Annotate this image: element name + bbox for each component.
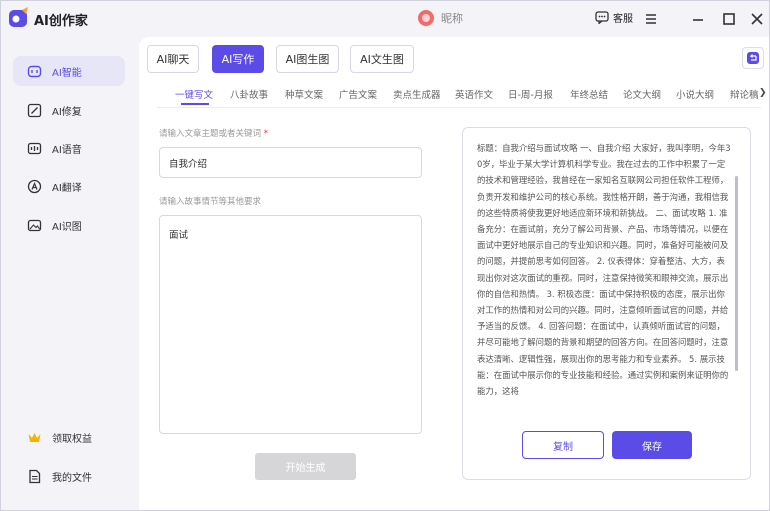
- subtab-reports[interactable]: 日-周-月报: [508, 87, 553, 101]
- sidebar-item-label: 领取权益: [52, 433, 92, 445]
- scrollbar[interactable]: [735, 176, 738, 371]
- menu-icon[interactable]: [643, 11, 659, 27]
- back-button[interactable]: [742, 47, 764, 69]
- subtab-selling-point-generator[interactable]: 卖点生成器: [393, 87, 441, 101]
- nickname: 昵称: [441, 12, 463, 25]
- sidebar: AI智能 AI修复 AI语音 AI翻译 AI识图 领取权益 我的文件: [1, 37, 139, 510]
- sidebar-item-claim-benefits[interactable]: 领取权益: [13, 422, 125, 452]
- close-icon[interactable]: [749, 11, 765, 27]
- sidebar-item-label: AI语音: [52, 144, 82, 156]
- divider: [157, 107, 761, 108]
- minimize-icon[interactable]: [690, 11, 706, 27]
- result-text: 标题：自我介绍与面试攻略 一、自我介绍 大家好，我叫李明，今年30岁，毕业于某大…: [477, 143, 731, 397]
- subtab-year-end-summary[interactable]: 年终总结: [570, 87, 608, 101]
- sidebar-item-label: AI翻译: [52, 182, 82, 194]
- app-title: AI创作家: [34, 14, 88, 29]
- result-panel: 标题：自我介绍与面试攻略 一、自我介绍 大家好，我叫李明，今年30岁，毕业于某大…: [462, 127, 751, 480]
- ai-image-recognition-icon: [27, 219, 42, 231]
- tab-ai-chat[interactable]: AI聊天: [147, 45, 199, 73]
- copy-button[interactable]: 复制: [522, 431, 604, 459]
- kefu-label: 客服: [613, 14, 633, 25]
- topic-label: 请输入文章主题或者关键词 *: [159, 127, 268, 139]
- sidebar-item-ai-repair[interactable]: AI修复: [13, 95, 125, 125]
- crown-icon: [28, 432, 41, 442]
- subtab-english-essay[interactable]: 英语作文: [455, 87, 493, 101]
- file-icon: [29, 469, 41, 483]
- sidebar-item-label: AI识图: [52, 221, 82, 233]
- subtab-recommendation-copy[interactable]: 种草文案: [285, 87, 323, 101]
- subtab-debate-draft[interactable]: 辩论稿: [730, 87, 759, 101]
- generate-button[interactable]: 开始生成: [255, 453, 356, 480]
- title-bar: AI创作家 昵称 客服: [1, 1, 769, 37]
- ai-voice-icon: [27, 142, 42, 154]
- sidebar-item-ai-chat[interactable]: AI智能: [13, 56, 125, 86]
- tab-ai-writing[interactable]: AI写作: [212, 45, 264, 73]
- tab-ai-text-to-image[interactable]: AI文生图: [350, 45, 414, 73]
- sidebar-item-my-files[interactable]: 我的文件: [13, 461, 125, 491]
- return-icon: [747, 52, 759, 64]
- subtab-paper-outline[interactable]: 论文大纲: [623, 87, 661, 101]
- app-logo-icon: [9, 7, 28, 27]
- ai-repair-icon: [27, 103, 42, 117]
- ai-translate-icon: [27, 179, 42, 193]
- chat-bubble-icon: [595, 11, 609, 24]
- sidebar-item-ai-translate[interactable]: AI翻译: [13, 171, 125, 201]
- topic-input[interactable]: 自我介绍: [159, 147, 422, 178]
- subtab-ad-copy[interactable]: 广告文案: [339, 87, 377, 101]
- user-profile[interactable]: 昵称: [417, 9, 463, 27]
- topic-label-text: 请输入文章主题或者关键词: [159, 129, 262, 139]
- chevron-right-icon[interactable]: ❯: [759, 88, 767, 98]
- sidebar-item-label: AI修复: [52, 106, 82, 118]
- customer-service-button[interactable]: 客服: [595, 10, 633, 25]
- avatar-icon: [418, 10, 434, 26]
- sidebar-item-ai-image-recognition[interactable]: AI识图: [13, 210, 125, 240]
- story-label: 请输入故事情节等其他要求: [159, 197, 262, 207]
- tab-ai-image-to-image[interactable]: AI图生图: [276, 45, 339, 73]
- subtab-novel-outline[interactable]: 小说大纲: [676, 87, 714, 101]
- sidebar-item-label: AI智能: [52, 67, 82, 79]
- sidebar-item-ai-voice[interactable]: AI语音: [13, 133, 125, 163]
- subtab-gossip-story[interactable]: 八卦故事: [230, 87, 268, 101]
- main-panel: AI聊天 AI写作 AI图生图 AI文生图 一键写文 八卦故事 种草文案 广告文…: [139, 37, 769, 510]
- required-mark: *: [263, 129, 268, 139]
- sidebar-item-label: 我的文件: [52, 472, 92, 484]
- ai-chat-icon: [27, 65, 42, 77]
- story-textarea[interactable]: 面试: [159, 215, 422, 434]
- active-tab-indicator: [181, 103, 209, 105]
- subtab-one-click-writing[interactable]: 一键写文: [175, 87, 213, 101]
- save-button[interactable]: 保存: [612, 431, 692, 459]
- maximize-icon[interactable]: [721, 11, 737, 27]
